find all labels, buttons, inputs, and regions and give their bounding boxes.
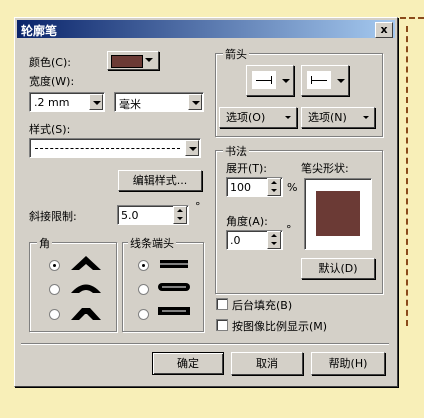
close-button[interactable]: x <box>375 22 393 38</box>
calligraphy-group-label: 书法 <box>223 143 249 159</box>
bevel-corner-icon <box>71 308 101 320</box>
behind-fill-checkbox[interactable] <box>216 298 228 310</box>
color-swatch <box>111 55 143 68</box>
line-cap-shapes <box>158 260 190 315</box>
dashed-line-preview <box>35 148 180 149</box>
stretch-label: 展开(T): <box>226 162 268 175</box>
angle-value: .0 <box>230 234 241 247</box>
width-unit-value: 毫米 <box>119 98 141 111</box>
scale-with-image-label[interactable]: 按图像比例显示(M) <box>232 318 327 334</box>
ok-button[interactable]: 确定 <box>152 352 224 375</box>
color-label: 颜色(C): <box>29 56 71 69</box>
miter-corner-icon <box>71 256 101 270</box>
corner-shapes <box>71 256 101 320</box>
chevron-down-icon[interactable] <box>188 94 202 110</box>
color-picker-button[interactable] <box>107 51 159 70</box>
corners-group-label: 角 <box>37 235 52 251</box>
stretch-value: 100 <box>230 181 251 194</box>
width-label: 宽度(W): <box>29 75 75 88</box>
width-unit-select[interactable]: 毫米 <box>114 92 204 112</box>
stretch-unit: % <box>287 181 298 194</box>
chevron-down-icon[interactable] <box>89 94 103 110</box>
background-dashed-border <box>400 17 424 19</box>
style-select[interactable] <box>29 138 201 158</box>
miter-limit-input[interactable]: 5.0 <box>117 205 189 225</box>
end-arrow-button[interactable] <box>301 65 349 96</box>
arrow-preview <box>252 71 276 89</box>
corner-radio-miter[interactable] <box>49 260 60 271</box>
chevron-down-icon[interactable] <box>185 140 199 156</box>
end-arrow-options-label: 选项(N) <box>308 111 347 124</box>
start-arrow-options-label: 选项(O) <box>226 111 266 124</box>
arrows-group-label: 箭头 <box>223 46 249 62</box>
default-nib-button[interactable]: 默认(D) <box>301 258 375 279</box>
chevron-down-icon <box>145 58 153 62</box>
corner-radio-round[interactable] <box>49 284 60 295</box>
cap-radio-square[interactable] <box>138 309 149 320</box>
window-title: 轮廓笔 <box>21 24 58 38</box>
end-arrow-options-button[interactable]: 选项(N) <box>301 107 375 128</box>
chevron-down-icon <box>282 79 290 83</box>
nib-shape-label: 笔尖形状: <box>301 162 349 175</box>
width-select[interactable]: .2 mm <box>29 92 105 112</box>
outline-pen-dialog: 轮廓笔 x 颜色(C): 宽度(W): .2 mm 毫米 样式(S): 编辑样式… <box>14 17 398 387</box>
degree-unit: ° <box>195 200 201 213</box>
angle-spinner[interactable] <box>267 231 281 249</box>
stretch-spinner[interactable] <box>267 178 281 196</box>
width-value: .2 mm <box>34 96 70 109</box>
line-caps-group-label: 线条端头 <box>128 235 176 251</box>
stretch-input[interactable]: 100 <box>226 177 283 197</box>
cancel-button[interactable]: 取消 <box>231 352 303 375</box>
miter-limit-value: 5.0 <box>121 209 139 222</box>
miter-limit-label: 斜接限制: <box>29 210 77 223</box>
chevron-down-icon <box>285 116 291 119</box>
chevron-down-icon <box>337 79 345 83</box>
start-arrow-button[interactable] <box>246 65 294 96</box>
angle-unit: ° <box>286 223 292 236</box>
corner-radio-bevel[interactable] <box>49 309 60 320</box>
edit-style-button[interactable]: 编辑样式... <box>118 170 202 191</box>
cap-radio-round[interactable] <box>138 284 149 295</box>
divider <box>21 343 389 345</box>
round-corner-icon <box>71 284 101 293</box>
nib-shape-preview[interactable] <box>304 178 372 250</box>
chevron-down-icon <box>363 116 369 119</box>
nib-shape-swatch <box>316 191 360 236</box>
angle-label: 角度(A): <box>226 215 268 228</box>
background-dashed-border-vertical <box>406 26 408 326</box>
cap-radio-butt[interactable] <box>138 260 149 271</box>
behind-fill-label[interactable]: 后台填充(B) <box>232 297 292 313</box>
arrow-preview <box>307 71 331 89</box>
title-bar[interactable]: 轮廓笔 x <box>17 20 395 38</box>
style-label: 样式(S): <box>29 123 71 136</box>
scale-with-image-checkbox[interactable] <box>216 319 228 331</box>
help-button[interactable]: 帮助(H) <box>311 352 385 375</box>
angle-input[interactable]: .0 <box>226 230 283 250</box>
miter-spinner[interactable] <box>173 206 187 224</box>
start-arrow-options-button[interactable]: 选项(O) <box>219 107 297 128</box>
